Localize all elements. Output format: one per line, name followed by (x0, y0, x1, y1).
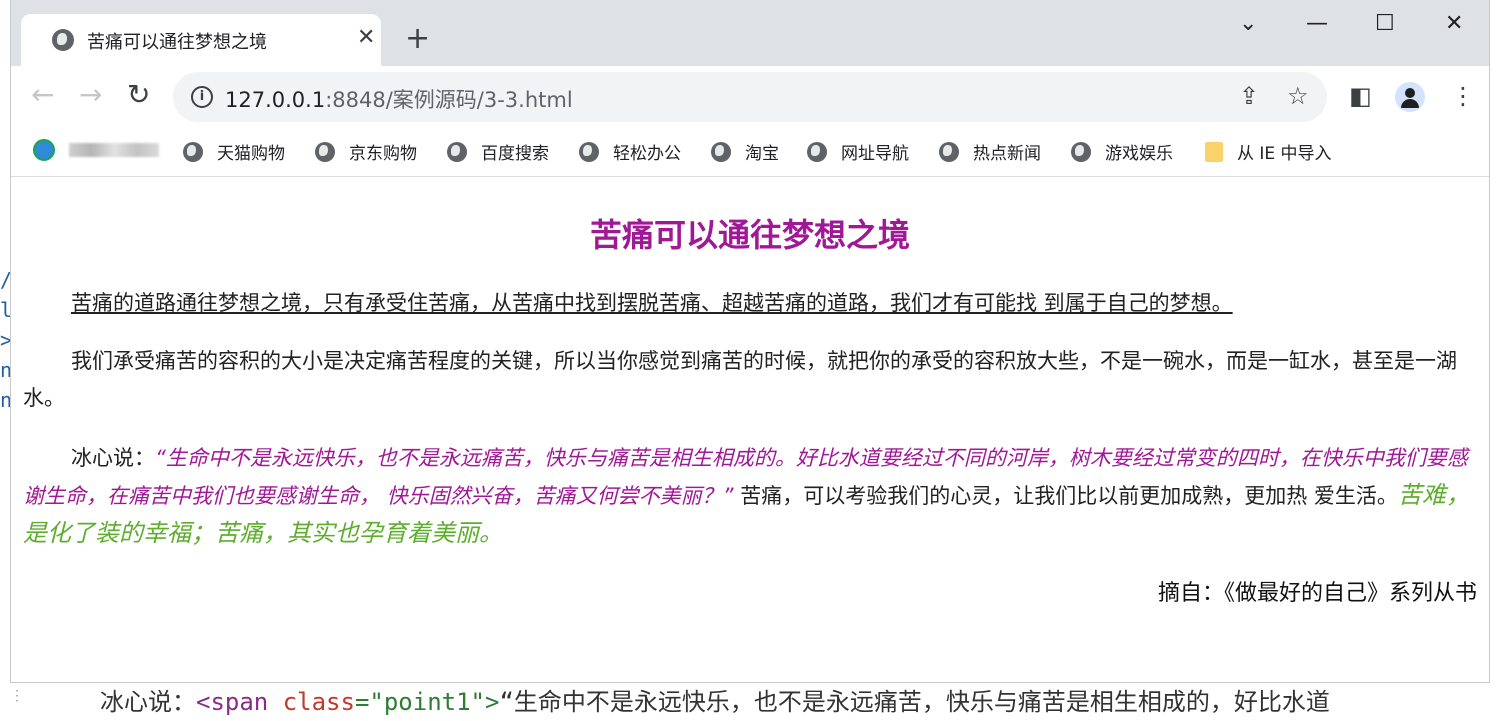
redacted-label (69, 143, 159, 157)
bookmark-item[interactable]: 轻松办公 (579, 139, 681, 165)
bookmark-folder[interactable]: 从 IE 中导入 (1205, 139, 1332, 165)
globe-icon (447, 141, 467, 162)
globe-icon (1071, 141, 1091, 162)
window-close-button[interactable]: ✕ (1445, 10, 1463, 38)
bookmark-first[interactable] (33, 139, 159, 165)
editor-fold-dots: ⋮ (10, 688, 24, 704)
bookmark-item[interactable]: 热点新闻 (939, 139, 1041, 165)
minimize-button[interactable]: — (1306, 10, 1328, 38)
editor-tag: <span (196, 688, 283, 716)
tab-strip: 苦痛可以通往梦想之境 ✕ + ⌄ — ☐ ✕ (11, 0, 1489, 66)
more-menu-icon[interactable]: ⋮ (1451, 82, 1475, 110)
globe-icon (183, 141, 203, 162)
browser-window: 苦痛可以通往梦想之境 ✕ + ⌄ — ☐ ✕ ← → ↻ i 127.0.0.1… (11, 0, 1489, 682)
editor-attr: class (282, 688, 355, 716)
active-tab[interactable]: 苦痛可以通往梦想之境 ✕ (21, 14, 381, 66)
globe-icon (711, 141, 731, 162)
bookmark-item[interactable]: 游戏娱乐 (1071, 139, 1173, 165)
paragraph-1: 苦痛的道路通往梦想之境，只有承受住苦痛，从苦痛中找到摆脱苦痛、超越苦痛的道路，我… (71, 291, 1233, 315)
paragraph-3: 冰心说：“生命中不是永远快乐，也不是永远痛苦，快乐与痛苦是相生相成的。好比水道要… (23, 440, 1471, 553)
source-signature: 摘自：《做最好的自己》系列从书 (1157, 581, 1477, 606)
back-arrow-icon[interactable]: ← (31, 80, 54, 110)
quote-prefix: 冰心说： (71, 446, 155, 470)
globe-icon (939, 141, 959, 162)
editor-bottom-line: ⋮ 冰心说：<span class="point1">“生命中不是永远快乐，也不… (0, 680, 1500, 721)
page-content: 苦痛可以通往梦想之境 苦痛的道路通往梦想之境，只有承受住苦痛，从苦痛中找到摆脱苦… (11, 177, 1489, 682)
bookmark-item[interactable]: 淘宝 (711, 139, 779, 165)
page-title: 苦痛可以通往梦想之境 (589, 216, 910, 254)
forward-arrow-icon[interactable]: → (79, 80, 102, 110)
reload-icon[interactable]: ↻ (127, 80, 150, 110)
bookmark-item[interactable]: 百度搜索 (447, 139, 549, 165)
globe-icon (579, 141, 599, 162)
paragraph-3-middle: 苦痛，可以考验我们的心灵，让我们比以前更加成熟，更加热 爱生活。 (733, 484, 1398, 508)
tab-title: 苦痛可以通往梦想之境 (87, 32, 267, 53)
close-icon[interactable]: ✕ (357, 26, 375, 50)
folder-icon (1205, 141, 1223, 162)
editor-text: 冰心说： (100, 688, 196, 716)
bookmark-item[interactable]: 京东购物 (315, 139, 417, 165)
globe-icon (315, 141, 335, 162)
info-icon[interactable]: i (191, 86, 213, 108)
browser-toolbar: ← → ↻ i 127.0.0.1:8848/案例源码/3-3.html ⇪ ☆… (11, 66, 1489, 128)
editor-rest: “生命中不是永远快乐，也不是永远痛苦，快乐与痛苦是相生相成的，好比水道 (499, 688, 1330, 716)
url-host: 127.0.0.1 (225, 88, 326, 112)
chevron-down-icon[interactable]: ⌄ (1239, 10, 1257, 38)
globe-icon (807, 141, 827, 162)
new-tab-button[interactable]: + (405, 24, 430, 54)
address-bar[interactable]: i 127.0.0.1:8848/案例源码/3-3.html ⇪ ☆ (173, 72, 1327, 122)
url-path: :8848/案例源码/3-3.html (325, 88, 573, 112)
paragraph-2: 我们承受痛苦的容积的大小是决定痛苦程度的关键，所以当你感觉到痛苦的时候，就把你的… (23, 349, 1457, 410)
bookmark-item[interactable]: 网址导航 (807, 139, 909, 165)
editor-val: ="point1"> (354, 688, 500, 716)
site-icon (33, 139, 55, 161)
share-icon[interactable]: ⇪ (1239, 82, 1259, 110)
globe-icon (52, 29, 74, 51)
profile-avatar[interactable] (1395, 82, 1425, 112)
maximize-button[interactable]: ☐ (1375, 10, 1395, 38)
star-icon[interactable]: ☆ (1287, 82, 1309, 110)
side-panel-icon[interactable]: ◧ (1349, 82, 1372, 110)
bookmark-item[interactable]: 天猫购物 (183, 139, 285, 165)
bookmarks-bar: 天猫购物 京东购物 百度搜索 轻松办公 淘宝 网址导航 热点新闻 游戏娱乐 从 … (11, 128, 1489, 177)
